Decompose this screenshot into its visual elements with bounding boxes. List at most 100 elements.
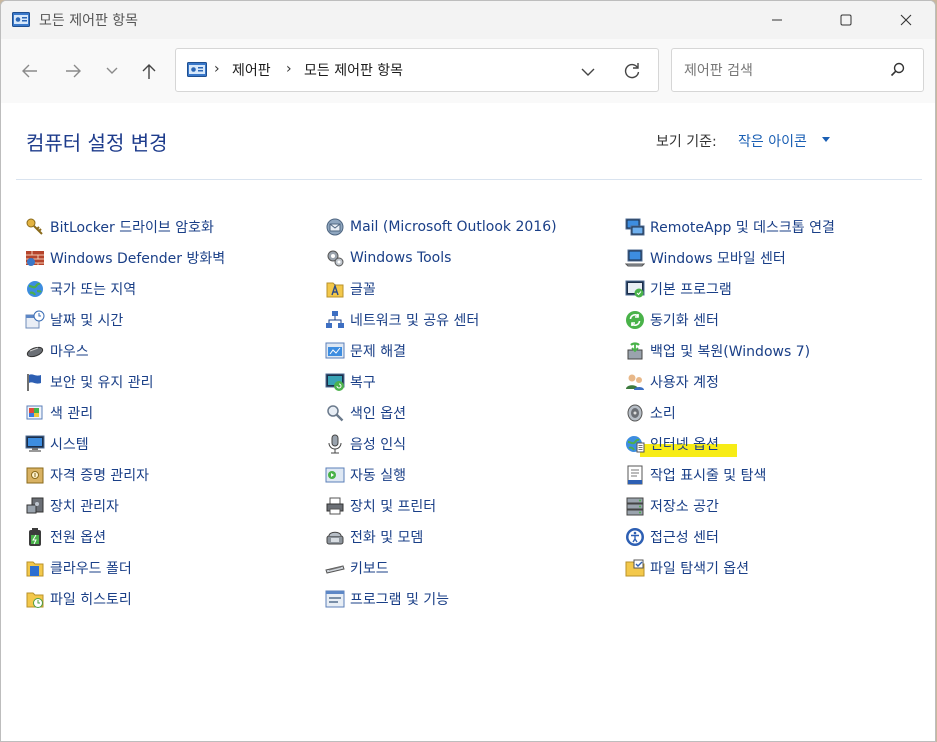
item-ease-of-access[interactable]: 접근성 센터 [625,521,835,552]
item-network-sharing[interactable]: 네트워크 및 공유 센터 [325,304,557,335]
item-label[interactable]: 기본 프로그램 [650,279,732,299]
item-file-history[interactable]: 파일 히스토리 [25,583,225,614]
printer-icon [325,496,345,516]
item-remoteapp[interactable]: RemoteApp 및 데스크톱 연결 [625,211,835,242]
item-label[interactable]: 동기화 센터 [650,310,719,330]
item-default-programs[interactable]: 기본 프로그램 [625,273,835,304]
item-credential-manager[interactable]: 자격 증명 관리자 [25,459,225,490]
item-device-manager[interactable]: 장치 관리자 [25,490,225,521]
item-label[interactable]: 전원 옵션 [50,527,106,547]
item-system[interactable]: 시스템 [25,428,225,459]
item-label[interactable]: 보안 및 유지 관리 [50,372,154,392]
item-label[interactable]: 국가 또는 지역 [50,279,136,299]
item-storage-spaces[interactable]: 저장소 공간 [625,490,835,521]
address-bar[interactable]: › 제어판 › 모든 제어판 항목 [175,48,659,92]
item-troubleshooting[interactable]: 문제 해결 [325,335,557,366]
item-label[interactable]: 네트워크 및 공유 센터 [350,310,479,330]
recent-locations-button[interactable] [98,57,126,85]
item-recovery[interactable]: 복구 [325,366,557,397]
item-sound[interactable]: 소리 [625,397,835,428]
item-taskbar-navigation[interactable]: 작업 표시줄 및 탐색 [625,459,835,490]
item-user-accounts[interactable]: 사용자 계정 [625,366,835,397]
item-label[interactable]: Mail (Microsoft Outlook 2016) [350,219,557,235]
item-label[interactable]: 접근성 센터 [650,527,719,547]
caret-down-icon[interactable] [822,137,830,142]
breadcrumb-chevron-icon[interactable]: › [214,61,220,77]
item-color-management[interactable]: 색 관리 [25,397,225,428]
item-fonts[interactable]: 글꼴 [325,273,557,304]
item-label[interactable]: 시스템 [50,434,89,454]
search-icon[interactable] [889,61,907,79]
item-label[interactable]: 키보드 [350,558,389,578]
search-input[interactable] [682,59,876,83]
maximize-button[interactable] [823,1,869,39]
forward-button[interactable] [59,57,87,85]
item-internet-options[interactable]: 인터넷 옵션 [625,428,835,459]
item-label[interactable]: 자격 증명 관리자 [50,465,149,485]
mail-icon [325,217,345,237]
item-label[interactable]: 백업 및 복원(Windows 7) [650,341,810,361]
item-backup-restore[interactable]: 백업 및 복원(Windows 7) [625,335,835,366]
item-devices-printers[interactable]: 장치 및 프린터 [325,490,557,521]
item-label[interactable]: Windows Tools [350,250,451,266]
item-label[interactable]: 문제 해결 [350,341,406,361]
refresh-button[interactable] [622,61,642,81]
item-label[interactable]: 파일 히스토리 [50,589,132,609]
item-power-options[interactable]: 전원 옵션 [25,521,225,552]
item-autoplay[interactable]: 자동 실행 [325,459,557,490]
item-region[interactable]: 국가 또는 지역 [25,273,225,304]
item-label[interactable]: 작업 표시줄 및 탐색 [650,465,766,485]
item-label[interactable]: 복구 [350,372,376,392]
item-speech-recognition[interactable]: 음성 인식 [325,428,557,459]
breadcrumb-chevron-icon[interactable]: › [286,61,292,77]
close-button[interactable] [883,1,929,39]
item-label[interactable]: 글꼴 [350,279,376,299]
item-label[interactable]: 파일 탐색기 옵션 [650,558,749,578]
address-history-dropdown[interactable] [578,61,598,81]
item-windows-tools[interactable]: Windows Tools [325,242,557,273]
item-programs-features[interactable]: 프로그램 및 기능 [325,583,557,614]
item-label[interactable]: 저장소 공간 [650,496,719,516]
item-label[interactable]: 마우스 [50,341,89,361]
item-label[interactable]: 인터넷 옵션 [650,434,719,454]
item-label[interactable]: 전화 및 모뎀 [350,527,423,547]
view-by-dropdown[interactable]: 작은 아이콘 [738,131,807,151]
breadcrumb-control-panel[interactable]: 제어판 [232,60,271,80]
search-box[interactable] [671,48,924,92]
minimize-button[interactable] [754,1,800,39]
item-label[interactable]: 장치 관리자 [50,496,119,516]
item-label[interactable]: 자동 실행 [350,465,406,485]
item-mobility-center[interactable]: Windows 모바일 센터 [625,242,835,273]
item-label[interactable]: 장치 및 프린터 [350,496,436,516]
item-label[interactable]: 날짜 및 시간 [50,310,123,330]
item-label[interactable]: BitLocker 드라이브 암호화 [50,217,214,237]
item-defender-firewall[interactable]: Windows Defender 방화벽 [25,242,225,273]
item-label[interactable]: 클라우드 폴더 [50,558,132,578]
minimize-icon [772,19,782,21]
breadcrumb-all-items[interactable]: 모든 제어판 항목 [304,60,403,80]
item-label[interactable]: 색인 옵션 [350,403,406,423]
item-security-maintenance[interactable]: 보안 및 유지 관리 [25,366,225,397]
back-button[interactable] [16,57,44,85]
item-label[interactable]: Windows Defender 방화벽 [50,248,225,268]
item-label[interactable]: 프로그램 및 기능 [350,589,449,609]
item-label[interactable]: 사용자 계정 [650,372,719,392]
item-date-time[interactable]: 날짜 및 시간 [25,304,225,335]
taskbar-icon [625,465,645,485]
item-label[interactable]: 색 관리 [50,403,93,423]
item-keyboard[interactable]: 키보드 [325,552,557,583]
item-label[interactable]: 소리 [650,403,676,423]
item-mouse[interactable]: 마우스 [25,335,225,366]
item-bitlocker[interactable]: BitLocker 드라이브 암호화 [25,211,225,242]
navigation-bar: › 제어판 › 모든 제어판 항목 [1,39,935,103]
item-label[interactable]: RemoteApp 및 데스크톱 연결 [650,217,835,237]
item-indexing-options[interactable]: 색인 옵션 [325,397,557,428]
item-label[interactable]: 음성 인식 [350,434,406,454]
item-mail[interactable]: Mail (Microsoft Outlook 2016) [325,211,557,242]
item-phone-modem[interactable]: 전화 및 모뎀 [325,521,557,552]
item-label[interactable]: Windows 모바일 센터 [650,248,786,268]
item-cloud-folder[interactable]: 클라우드 폴더 [25,552,225,583]
up-button[interactable] [135,57,163,85]
item-file-explorer-options[interactable]: 파일 탐색기 옵션 [625,552,835,583]
item-sync-center[interactable]: 동기화 센터 [625,304,835,335]
